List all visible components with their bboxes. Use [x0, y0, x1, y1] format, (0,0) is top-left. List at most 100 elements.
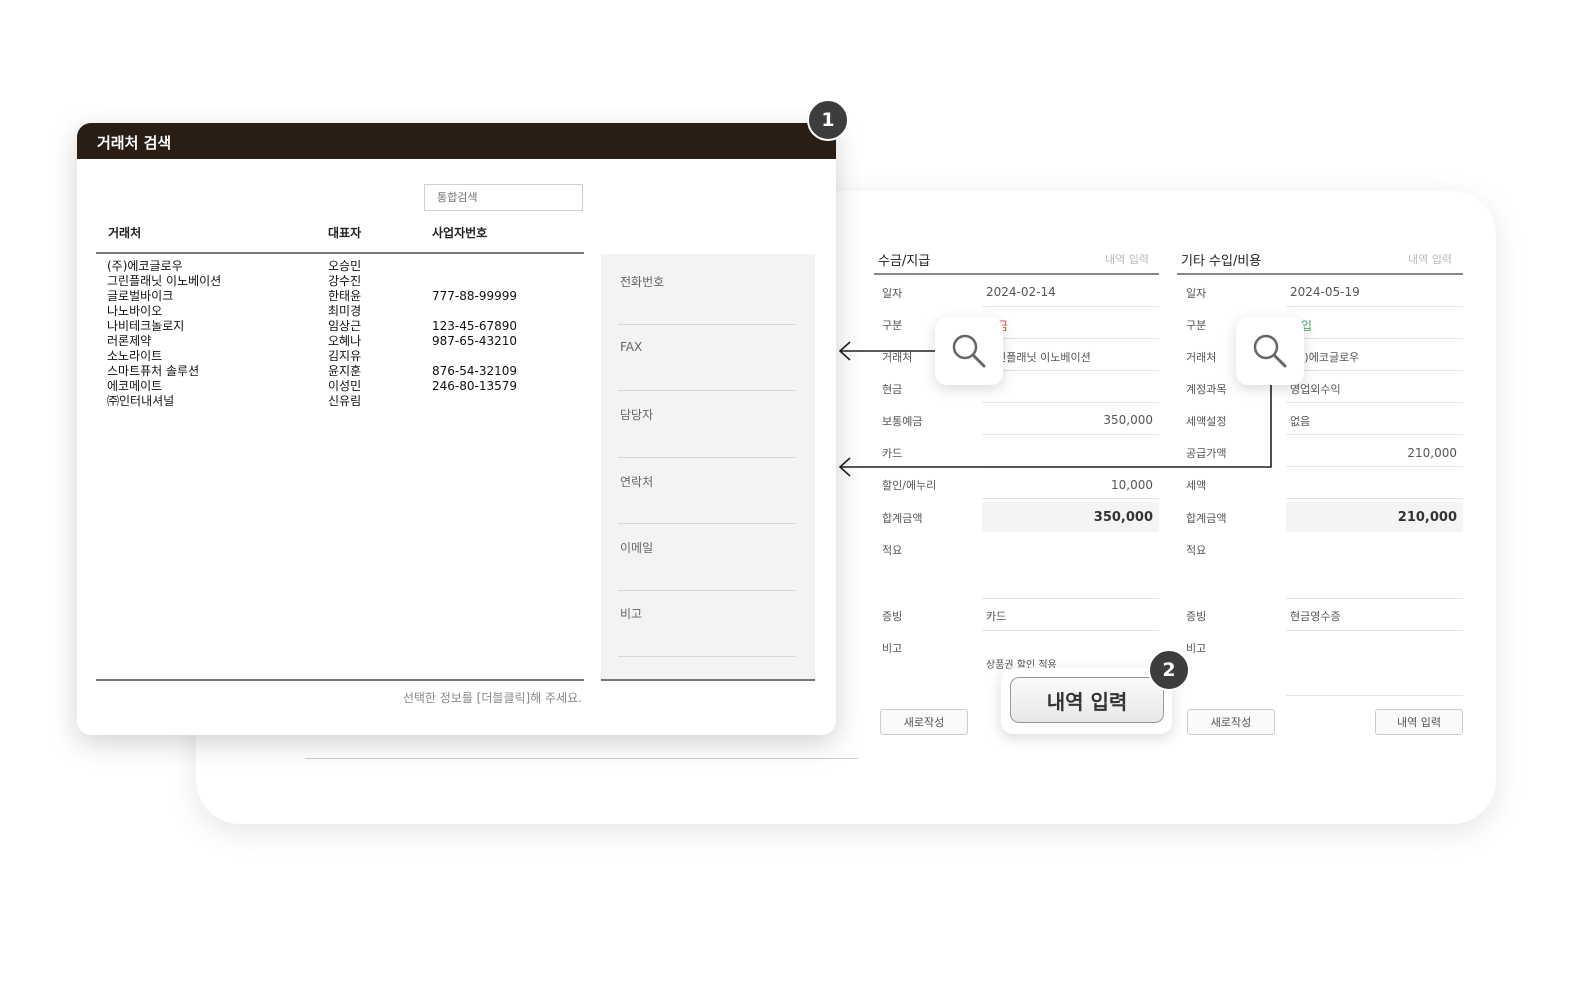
table-row[interactable]: 에코메이트 이성민 246-80-13579: [107, 380, 577, 393]
entry-button[interactable]: 내역 입력: [1375, 709, 1463, 735]
table-row[interactable]: (주)에코글로우 오승민: [107, 260, 577, 273]
rep-name: 김지유: [328, 349, 362, 363]
detail-label-fax: FAX: [620, 340, 643, 354]
field-label: 일자: [882, 287, 903, 300]
detail-label-note: 비고: [620, 607, 643, 621]
total-amount: 350,000: [1093, 510, 1153, 525]
detail-field-contact[interactable]: [618, 523, 796, 524]
field-label: 비고: [1186, 642, 1207, 655]
biz-number: 246-80-13579: [432, 379, 518, 393]
field-underline: [1286, 630, 1463, 631]
field-label: 적요: [882, 544, 903, 557]
rep-name: 오혜나: [328, 334, 362, 348]
field-label: 합계금액: [1186, 512, 1227, 525]
evidence-field[interactable]: 카드: [986, 608, 1006, 624]
total-amount: 210,000: [1397, 510, 1457, 525]
tax-setting-field[interactable]: 없음: [1290, 413, 1310, 429]
table-row[interactable]: 러론제약 오혜나 987-65-43210: [107, 335, 577, 348]
field-underline: [1286, 306, 1463, 307]
connector-arrows: [838, 341, 1272, 477]
table-row[interactable]: 스마트퓨처 솔루션 윤지훈 876-54-32109: [107, 365, 577, 378]
partner-name: 나비테크놀로지: [107, 319, 185, 333]
rep-name: 윤지훈: [328, 364, 362, 378]
field-label: 적요: [1186, 544, 1207, 557]
entry-submit-button[interactable]: 내역 입력: [1010, 677, 1164, 723]
panel-a-title: 수금/지급: [878, 254, 931, 269]
date-field[interactable]: 2024-05-19: [1290, 285, 1360, 299]
table-row[interactable]: 그린플래닛 이노베이션 강수진: [107, 275, 577, 288]
partner-name: ㈜인터내셔널: [107, 394, 175, 408]
field-label: 증빙: [1186, 610, 1207, 623]
evidence-field[interactable]: 현금영수증: [1290, 608, 1341, 624]
partner-name: (주)에코글로우: [107, 259, 183, 273]
supply-amount-field[interactable]: 210,000: [1290, 446, 1457, 460]
field-underline: [1286, 466, 1463, 467]
table-row[interactable]: 나노바이오 최미경: [107, 305, 577, 318]
partner-name: 소노라이트: [107, 349, 163, 363]
panel-a-entry-link[interactable]: 내역 입력: [1105, 251, 1149, 267]
field-underline: [1286, 695, 1463, 696]
rep-name: 신유림: [328, 394, 362, 408]
rep-name: 임상근: [328, 319, 362, 333]
divider: [305, 758, 858, 759]
discount-field[interactable]: 10,000: [986, 478, 1153, 492]
detail-footer-rule: [601, 679, 815, 681]
new-button[interactable]: 새로작성: [880, 709, 968, 735]
step-badge-1: 1: [807, 99, 849, 141]
column-header-partner: 거래처: [108, 226, 142, 240]
field-underline: [982, 498, 1159, 499]
detail-field-email[interactable]: [618, 590, 796, 591]
table-row[interactable]: 글로벌바이크 한태윤 777-88-99999: [107, 290, 577, 303]
search-icon[interactable]: [1236, 317, 1304, 385]
detail-label-email: 이메일: [620, 541, 654, 555]
footer-rule: [96, 679, 584, 681]
rep-name: 오승민: [328, 259, 362, 273]
date-field[interactable]: 2024-02-14: [986, 285, 1056, 299]
biz-number: 876-54-32109: [432, 364, 518, 378]
dialog-header: [77, 123, 836, 159]
field-label: 합계금액: [882, 512, 923, 525]
detail-panel: 전화번호 FAX 담당자 연락처 이메일 비고: [601, 254, 815, 680]
field-label: 구분: [1186, 319, 1207, 332]
field-underline: [1286, 498, 1463, 499]
biz-number: 987-65-43210: [432, 334, 518, 348]
partner-name: 글로벌바이크: [107, 289, 174, 303]
column-header-bizno: 사업자번호: [432, 226, 488, 240]
search-input[interactable]: [424, 184, 583, 211]
detail-field-manager[interactable]: [618, 457, 796, 458]
field-label: 일자: [1186, 287, 1207, 300]
field-underline: [1286, 434, 1463, 435]
field-underline: [982, 630, 1159, 631]
partner-name: 러론제약: [107, 334, 152, 348]
detail-field-phone[interactable]: [618, 324, 796, 325]
new-button[interactable]: 새로작성: [1187, 709, 1275, 735]
table-row[interactable]: ㈜인터내셔널 신유림: [107, 395, 577, 408]
field-underline: [1286, 598, 1463, 599]
partner-name: 그린플래닛 이노베이션: [107, 274, 222, 288]
panel-b-entry-link[interactable]: 내역 입력: [1408, 251, 1452, 267]
panel-b-rule: [1177, 273, 1463, 275]
table-row[interactable]: 나비테크놀로지 임상근 123-45-67890: [107, 320, 577, 333]
detail-label-manager: 담당자: [620, 408, 654, 422]
biz-number: 777-88-99999: [432, 289, 518, 303]
field-underline: [982, 598, 1159, 599]
header-rule: [96, 252, 584, 254]
table-row[interactable]: 소노라이트 김지유: [107, 350, 577, 363]
panel-a-rule: [874, 273, 1159, 275]
detail-label-contact: 연락처: [620, 475, 654, 489]
detail-field-fax[interactable]: [618, 390, 796, 391]
rep-name: 한태윤: [328, 289, 362, 303]
field-underline: [1286, 402, 1463, 403]
panel-b-title: 기타 수입/비용: [1181, 254, 1262, 269]
search-icon[interactable]: [935, 317, 1003, 385]
partner-name: 스마트퓨처 솔루션: [107, 364, 200, 378]
detail-field-note[interactable]: [618, 656, 796, 657]
field-underline: [982, 306, 1159, 307]
field-label: 구분: [882, 319, 903, 332]
field-label: 비고: [882, 642, 903, 655]
partner-name: 에코메이트: [107, 379, 163, 393]
dialog-title: 거래처 검색: [97, 134, 172, 152]
field-underline: [1286, 338, 1463, 339]
biz-number: 123-45-67890: [432, 319, 518, 333]
partner-name: 나노바이오: [107, 304, 163, 318]
